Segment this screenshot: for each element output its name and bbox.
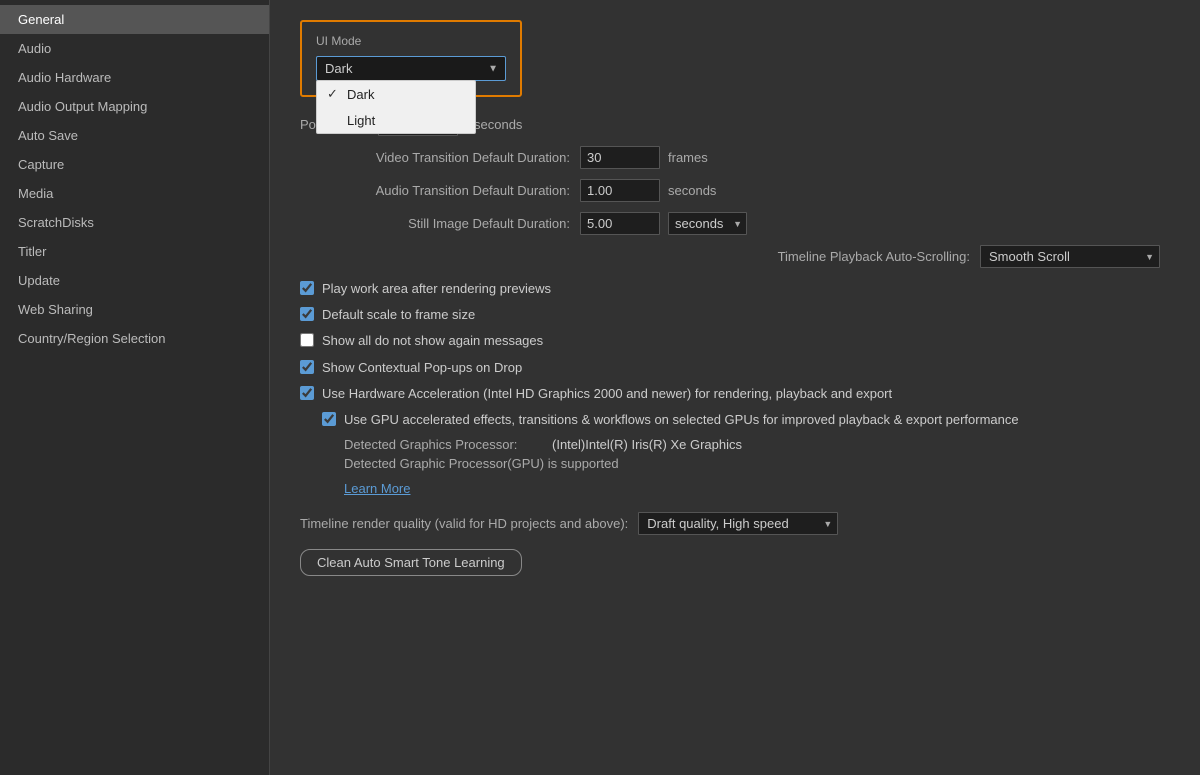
detected-processor-value: (Intel)Intel(R) Iris(R) Xe Graphics — [552, 437, 742, 452]
sidebar-item-country-region[interactable]: Country/Region Selection — [0, 324, 269, 353]
still-image-unit-select[interactable]: seconds frames — [668, 212, 747, 235]
still-image-unit-select-wrap: seconds frames ▼ — [668, 212, 747, 235]
ui-mode-section: UI Mode Dark Light ▼ ✓ Dark ✓ Light — [300, 20, 522, 97]
postroll-unit: seconds — [474, 117, 522, 132]
video-transition-input[interactable] — [580, 146, 660, 169]
sidebar-item-general[interactable]: General — [0, 5, 269, 34]
audio-transition-label: Audio Transition Default Duration: — [300, 183, 580, 198]
detected-processor-row: Detected Graphics Processor: (Intel)Inte… — [344, 437, 1170, 452]
detected-support-row: Detected Graphic Processor(GPU) is suppo… — [344, 456, 1170, 471]
default-scale-checkbox[interactable] — [300, 307, 314, 321]
sidebar: General Audio Audio Hardware Audio Outpu… — [0, 0, 270, 775]
sidebar-item-auto-save[interactable]: Auto Save — [0, 121, 269, 150]
audio-transition-unit: seconds — [668, 183, 716, 198]
learn-more-link[interactable]: Learn More — [344, 481, 410, 496]
contextual-popup-checkbox[interactable] — [300, 360, 314, 374]
play-work-area-checkbox[interactable] — [300, 281, 314, 295]
gpu-section: Use GPU accelerated effects, transitions… — [322, 411, 1170, 496]
ui-mode-select-wrapper: Dark Light ▼ — [316, 56, 506, 81]
checkboxes-section: Play work area after rendering previews … — [300, 280, 1170, 403]
gpu-checkbox[interactable] — [322, 412, 336, 426]
main-content: UI Mode Dark Light ▼ ✓ Dark ✓ Light Post… — [270, 0, 1200, 775]
checkbox-hardware-accel: Use Hardware Acceleration (Intel HD Grap… — [300, 385, 1170, 403]
video-transition-label: Video Transition Default Duration: — [300, 150, 580, 165]
sidebar-item-scratchdisks[interactable]: ScratchDisks — [0, 208, 269, 237]
sidebar-item-audio[interactable]: Audio — [0, 34, 269, 63]
sidebar-item-capture[interactable]: Capture — [0, 150, 269, 179]
render-quality-select[interactable]: Draft quality, High speed Maximum qualit… — [638, 512, 838, 535]
clean-auto-smart-button[interactable]: Clean Auto Smart Tone Learning — [300, 549, 522, 576]
timeline-playback-select[interactable]: Smooth Scroll Page Scroll No Scroll — [980, 245, 1160, 268]
video-transition-row: Video Transition Default Duration: frame… — [300, 146, 1170, 169]
sidebar-item-update[interactable]: Update — [0, 266, 269, 295]
ui-mode-label: UI Mode — [316, 34, 506, 48]
gpu-label[interactable]: Use GPU accelerated effects, transitions… — [344, 411, 1019, 429]
sidebar-item-audio-output-mapping[interactable]: Audio Output Mapping — [0, 92, 269, 121]
render-quality-row: Timeline render quality (valid for HD pr… — [300, 512, 1170, 535]
sidebar-item-audio-hardware[interactable]: Audio Hardware — [0, 63, 269, 92]
contextual-popup-label[interactable]: Show Contextual Pop-ups on Drop — [322, 359, 522, 377]
detected-processor-key: Detected Graphics Processor: — [344, 437, 544, 452]
show-do-not-show-label[interactable]: Show all do not show again messages — [322, 332, 543, 350]
dropdown-item-dark[interactable]: ✓ Dark — [317, 81, 475, 107]
dropdown-item-light[interactable]: ✓ Light — [317, 107, 475, 133]
render-quality-select-wrap: Draft quality, High speed Maximum qualit… — [638, 512, 838, 535]
still-image-input[interactable] — [580, 212, 660, 235]
checkbox-show-do-not-show: Show all do not show again messages — [300, 332, 1170, 350]
timeline-playback-select-wrap: Smooth Scroll Page Scroll No Scroll ▼ — [980, 245, 1160, 268]
checkmark-icon: ✓ — [327, 86, 341, 102]
checkbox-play-work-area: Play work area after rendering previews — [300, 280, 1170, 298]
sidebar-item-titler[interactable]: Titler — [0, 237, 269, 266]
checkbox-default-scale: Default scale to frame size — [300, 306, 1170, 324]
timeline-playback-label: Timeline Playback Auto-Scrolling: — [778, 249, 970, 264]
play-work-area-label[interactable]: Play work area after rendering previews — [322, 280, 551, 298]
learn-more-row: Learn More — [344, 477, 1170, 496]
hardware-accel-checkbox[interactable] — [300, 386, 314, 400]
video-transition-unit: frames — [668, 150, 708, 165]
ui-mode-select[interactable]: Dark Light — [316, 56, 506, 81]
gpu-checkbox-row: Use GPU accelerated effects, transitions… — [322, 411, 1170, 429]
checkbox-contextual-popup: Show Contextual Pop-ups on Drop — [300, 359, 1170, 377]
show-do-not-show-checkbox[interactable] — [300, 333, 314, 347]
hardware-accel-label[interactable]: Use Hardware Acceleration (Intel HD Grap… — [322, 385, 892, 403]
ui-mode-dropdown-popup: ✓ Dark ✓ Light — [316, 80, 476, 134]
default-scale-label[interactable]: Default scale to frame size — [322, 306, 475, 324]
audio-transition-input[interactable] — [580, 179, 660, 202]
detected-support-label: Detected Graphic Processor(GPU) is suppo… — [344, 456, 619, 471]
sidebar-item-web-sharing[interactable]: Web Sharing — [0, 295, 269, 324]
still-image-row: Still Image Default Duration: seconds fr… — [300, 212, 1170, 235]
still-image-label: Still Image Default Duration: — [300, 216, 580, 231]
render-quality-label: Timeline render quality (valid for HD pr… — [300, 516, 628, 531]
audio-transition-row: Audio Transition Default Duration: secon… — [300, 179, 1170, 202]
timeline-playback-row: Timeline Playback Auto-Scrolling: Smooth… — [300, 245, 1170, 268]
sidebar-item-media[interactable]: Media — [0, 179, 269, 208]
